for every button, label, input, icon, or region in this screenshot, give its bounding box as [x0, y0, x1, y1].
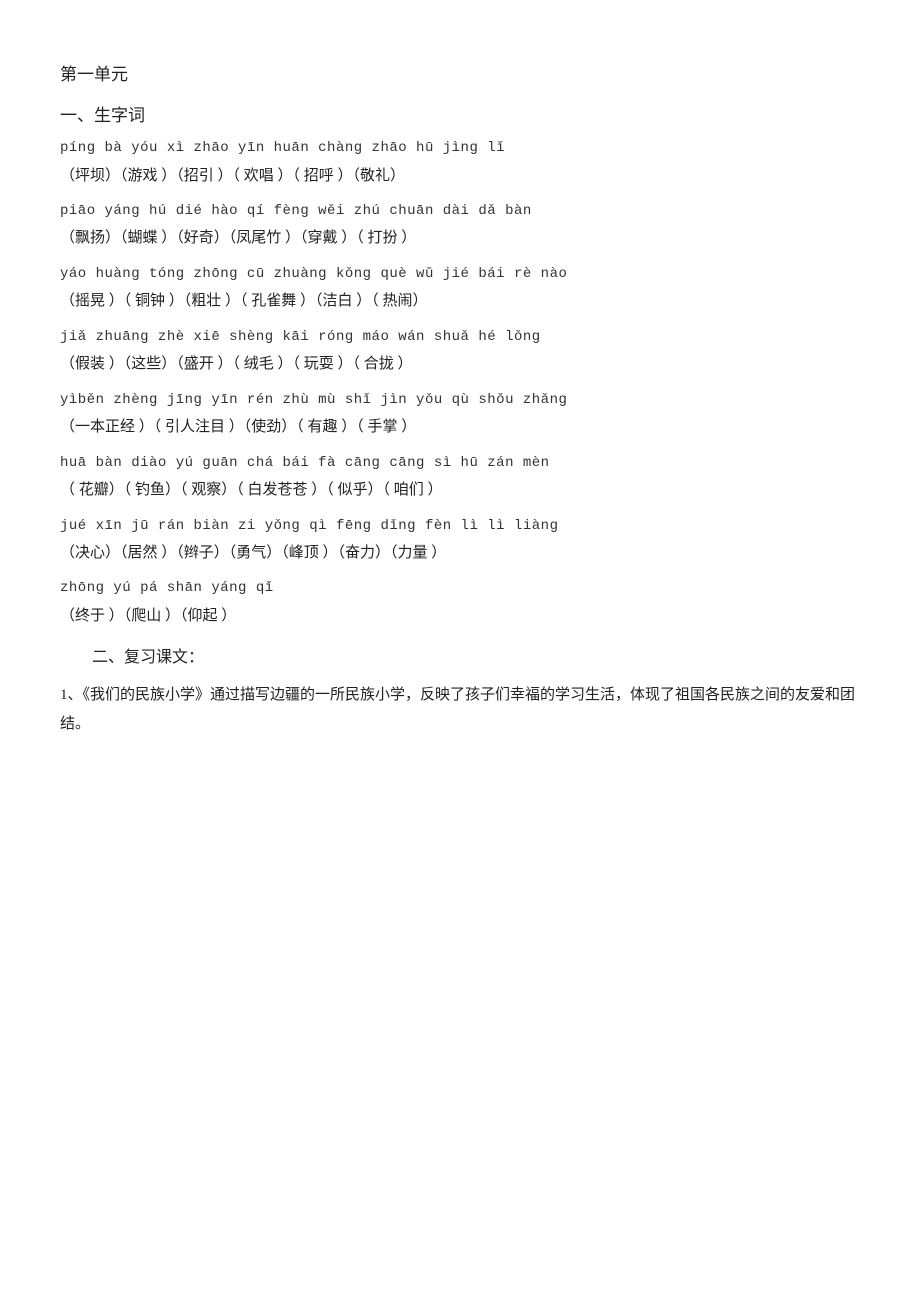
pinyin-row-3: jiǎ zhuāng zhè xiē shèng kāi róng máo wá…	[60, 326, 860, 348]
section1-title: 一、生字词	[60, 101, 860, 132]
char-row-5: （ 花瓣）（ 钓鱼）（ 观察）（ 白发苍苍 ）（ 似乎）（ 咱们 ）	[60, 476, 860, 505]
char-row-6: （决心）（居然 ）（辫子）（勇气）（峰顶 ）（奋力）（力量 ）	[60, 539, 860, 568]
char-row-3: （假装 ）（这些）（盛开 ）（ 绒毛 ）（ 玩耍 ）（ 合拢 ）	[60, 350, 860, 379]
char-row-0: （坪坝）（游戏 ）（招引 ）（ 欢唱 ）（ 招呼 ）（敬礼）	[60, 162, 860, 191]
pinyin-row-5: huā bàn diào yú guān chá bái fà cāng cān…	[60, 452, 860, 474]
pinyin-row-7: zhōng yú pá shān yáng qǐ	[60, 577, 860, 599]
pinyin-row-0: píng bà yóu xì zhāo yīn huān chàng zhāo …	[60, 137, 860, 159]
char-row-7: （终于 ）（爬山 ）（仰起 ）	[60, 602, 860, 631]
review-item-0: 1、《我们的民族小学》通过描写边疆的一所民族小学，反映了孩子们幸福的学习生活，体…	[60, 681, 860, 738]
char-row-4: （一本正经 ）（ 引人注目 ）（使劲）（ 有趣 ）（ 手掌 ）	[60, 413, 860, 442]
char-row-1: （飘扬）（蝴蝶 ）（好奇）（凤尾竹 ）（穿戴 ）（ 打扮 ）	[60, 224, 860, 253]
unit-title: 第一单元	[60, 60, 860, 91]
pinyin-row-6: jué xīn jū rán biàn zi yǒng qì fēng dǐng…	[60, 515, 860, 537]
pinyin-row-2: yáo huàng tóng zhōng cū zhuàng kǒng què …	[60, 263, 860, 285]
pinyin-row-1: piāo yáng hú dié hào qí fèng wěi zhú chu…	[60, 200, 860, 222]
section2-title: 二、复习课文：	[60, 644, 860, 673]
pinyin-row-4: yìběn zhèng jīng yīn rén zhù mù shǐ jìn …	[60, 389, 860, 411]
char-row-2: （摇晃 ）（ 铜钟 ）（粗壮 ）（ 孔雀舞 ）（洁白 ）（ 热闹）	[60, 287, 860, 316]
